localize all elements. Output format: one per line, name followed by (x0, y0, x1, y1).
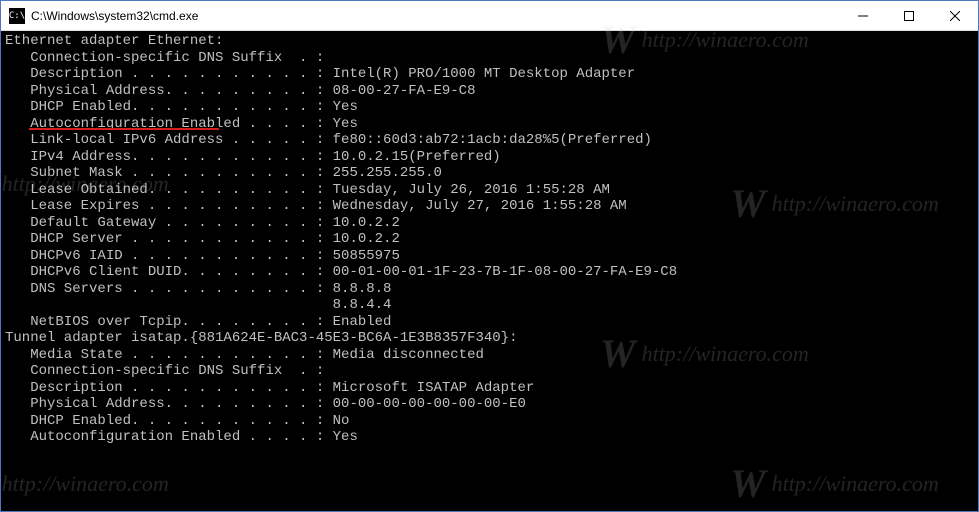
close-button[interactable] (932, 1, 978, 31)
ethernet-row-15: 8.8.4.4 (5, 297, 974, 314)
ethernet-row-1: Description . . . . . . . . . . . : Inte… (5, 66, 974, 83)
ethernet-row-8: Lease Obtained. . . . . . . . . . : Tues… (5, 182, 974, 199)
tunnel-row-1: Connection-specific DNS Suffix . : (5, 363, 974, 380)
window-title: C:\Windows\system32\cmd.exe (31, 9, 840, 23)
ethernet-row-13: DHCPv6 Client DUID. . . . . . . . : 00-0… (5, 264, 974, 281)
ethernet-row-5: Link-local IPv6 Address . . . . . : fe80… (5, 132, 974, 149)
ethernet-row-0: Connection-specific DNS Suffix . : (5, 50, 974, 67)
console-output[interactable]: Ethernet adapter Ethernet: Connection-sp… (1, 31, 978, 511)
ethernet-row-16: NetBIOS over Tcpip. . . . . . . . : Enab… (5, 314, 974, 331)
ethernet-row-11: DHCP Server . . . . . . . . . . . : 10.0… (5, 231, 974, 248)
tunnel-row-0: Media State . . . . . . . . . . . : Medi… (5, 347, 974, 364)
ethernet-row-3: DHCP Enabled. . . . . . . . . . . : Yes (5, 99, 974, 116)
ethernet-row-9: Lease Expires . . . . . . . . . . : Wedn… (5, 198, 974, 215)
ethernet-row-10: Default Gateway . . . . . . . . . : 10.0… (5, 215, 974, 232)
cmd-icon: C:\ (9, 8, 25, 24)
tunnel-row-2: Description . . . . . . . . . . . : Micr… (5, 380, 974, 397)
tunnel-row-5: Autoconfiguration Enabled . . . . : Yes (5, 429, 974, 446)
ethernet-header: Ethernet adapter Ethernet: (5, 33, 974, 50)
ethernet-row-14: DNS Servers . . . . . . . . . . . : 8.8.… (5, 281, 974, 298)
tunnel-row-3: Physical Address. . . . . . . . . : 00-0… (5, 396, 974, 413)
ethernet-row-12: DHCPv6 IAID . . . . . . . . . . . : 5085… (5, 248, 974, 265)
tunnel-header: Tunnel adapter isatap.{881A624E-BAC3-45E… (5, 330, 974, 347)
ethernet-row-7: Subnet Mask . . . . . . . . . . . : 255.… (5, 165, 974, 182)
physical-address-underline (29, 128, 219, 130)
ethernet-row-6: IPv4 Address. . . . . . . . . . . : 10.0… (5, 149, 974, 166)
tunnel-row-4: DHCP Enabled. . . . . . . . . . . : No (5, 413, 974, 430)
minimize-button[interactable] (840, 1, 886, 31)
maximize-button[interactable] (886, 1, 932, 31)
cmd-window: C:\ C:\Windows\system32\cmd.exe Ethernet… (0, 0, 979, 512)
ethernet-row-2: Physical Address. . . . . . . . . : 08-0… (5, 83, 974, 100)
titlebar[interactable]: C:\ C:\Windows\system32\cmd.exe (1, 1, 978, 31)
